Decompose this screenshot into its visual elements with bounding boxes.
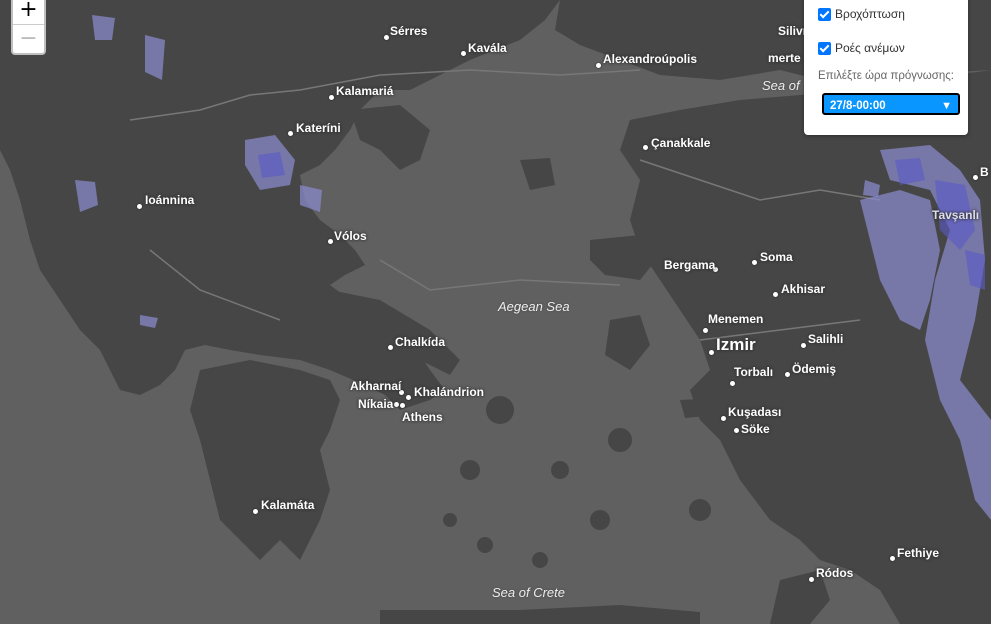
- wind-toggle[interactable]: Ροές ανέμων: [818, 41, 905, 55]
- wind-label: Ροές ανέμων: [835, 41, 905, 55]
- city-dot: [329, 95, 334, 100]
- sea-label-crete: Sea of Crete: [492, 585, 565, 600]
- city-dot: [890, 556, 895, 561]
- city-akhisar: Akhisar: [781, 282, 826, 296]
- city-dot: [809, 577, 814, 582]
- zoom-in-button[interactable]: +: [13, 0, 44, 24]
- city-salihli: Salihli: [808, 332, 844, 346]
- city-dot: [406, 395, 411, 400]
- city-akharnai: Akharnaí: [350, 379, 402, 393]
- precipitation-label: Βροχόπτωση: [835, 7, 905, 21]
- forecast-time-select[interactable]: 27/8-00:00 ▼: [822, 93, 960, 115]
- zoom-out-button[interactable]: −: [13, 24, 44, 53]
- sea-label-marmara: Sea of: [762, 78, 800, 93]
- city-dot: [752, 260, 757, 265]
- city-dot: [137, 204, 142, 209]
- city-soma: Soma: [760, 250, 793, 264]
- city-rodos: Ródos: [816, 566, 854, 580]
- city-bergama: Bergama: [664, 258, 716, 272]
- precipitation-toggle[interactable]: Βροχόπτωση: [818, 7, 905, 21]
- city-dot: [384, 35, 389, 40]
- city-dot: [703, 328, 708, 333]
- precipitation-checkbox[interactable]: [818, 7, 831, 21]
- city-dot: [461, 51, 466, 56]
- forecast-time-value: 27/8-00:00: [830, 100, 886, 112]
- chevron-down-icon: ▼: [941, 100, 952, 112]
- city-soke: Söke: [741, 422, 770, 436]
- city-dot: [785, 372, 790, 377]
- city-kalamata: Kalamáta: [261, 498, 315, 512]
- city-menemen: Menemen: [708, 312, 764, 326]
- map[interactable]: Aegean Sea Sea of Crete Sea of Sérres Ka…: [0, 0, 991, 624]
- wind-checkbox[interactable]: [818, 41, 831, 55]
- city-nikaia: Níkaia: [358, 397, 394, 411]
- city-khalandrion: Khalándrion: [414, 385, 485, 399]
- land-samos: [680, 398, 720, 418]
- city-dot: [801, 343, 806, 348]
- city-bursa: B: [980, 165, 989, 179]
- city-dot: [721, 416, 726, 421]
- city-dot: [773, 292, 778, 297]
- city-volos: Vólos: [334, 229, 367, 243]
- city-tekirdag: merte: [768, 51, 801, 65]
- layers-panel: Βροχόπτωση Ροές ανέμων Επιλέξτε ώρα πρόγ…: [804, 0, 968, 135]
- city-dot: [400, 403, 405, 408]
- city-dot: [643, 145, 648, 150]
- city-dot: [288, 131, 293, 136]
- city-silivri: Silivr: [778, 24, 808, 38]
- city-kavala: Kavála: [468, 41, 507, 55]
- city-dot: [596, 63, 601, 68]
- city-dot: [388, 345, 393, 350]
- forecast-hint: Επιλέξτε ώρα πρόγνωσης:: [818, 70, 954, 82]
- zoom-control: + −: [11, 0, 46, 55]
- city-athens: Athens: [402, 410, 443, 424]
- city-canakkale: Çanakkale: [651, 136, 711, 150]
- city-dot: [973, 175, 978, 180]
- city-serres: Sérres: [390, 24, 428, 38]
- city-dot: [734, 428, 739, 433]
- city-kalamaria: Kalamariá: [336, 84, 394, 98]
- city-izmir: Izmir: [716, 335, 756, 354]
- city-ioannina: Ioánnina: [145, 193, 195, 207]
- city-fethiye: Fethiye: [897, 546, 940, 560]
- city-katerini: Kateríni: [296, 121, 341, 135]
- city-tavsanli: Tavşanlı: [932, 208, 980, 222]
- city-dot: [709, 350, 714, 355]
- city-torbali: Torbalı: [734, 365, 774, 379]
- city-alexandroupolis: Alexandroúpolis: [603, 52, 698, 66]
- sea-label-aegean: Aegean Sea: [498, 299, 570, 314]
- city-dot: [253, 509, 258, 514]
- city-chalkida: Chalkída: [395, 335, 446, 349]
- city-odemis: Ödemiş: [792, 362, 837, 376]
- city-kusadasi: Kuşadası: [728, 405, 782, 419]
- city-dot: [394, 402, 399, 407]
- city-dot: [730, 381, 735, 386]
- city-dot: [328, 239, 333, 244]
